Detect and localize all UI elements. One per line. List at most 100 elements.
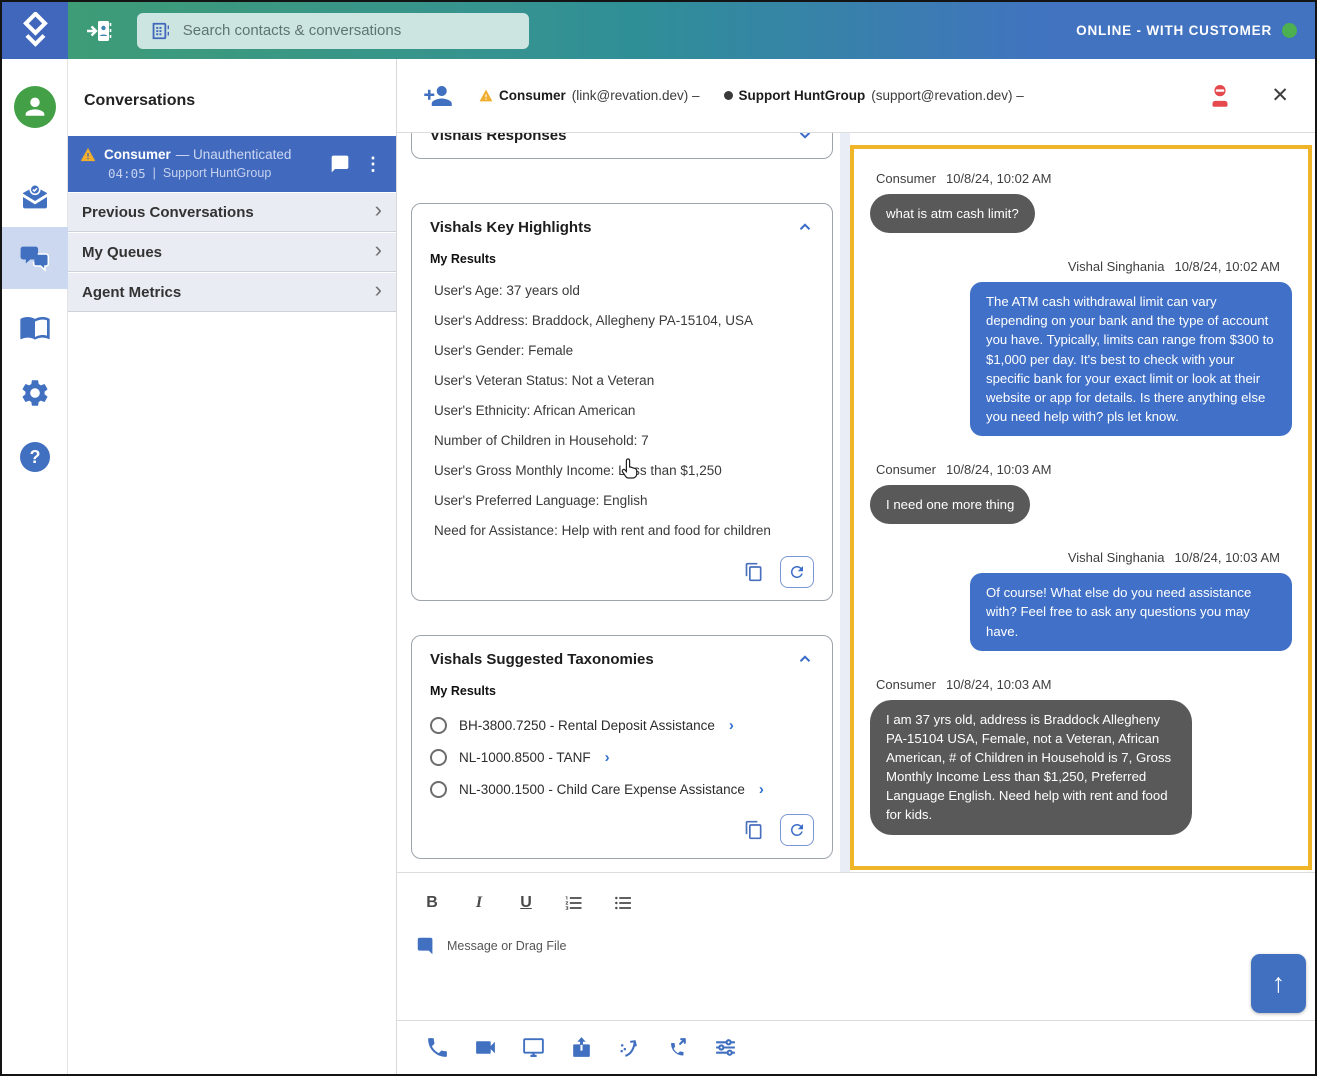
gear-icon (19, 377, 51, 409)
radio-button[interactable] (430, 749, 447, 766)
chat-message: Vishal Singhania 10/8/24, 10:03 AM Of co… (870, 550, 1292, 650)
conversation-name: Consumer (104, 147, 171, 162)
message-time: 10/8/24, 10:02 AM (1174, 259, 1280, 274)
message-composer: B I U Message or Drag File ↑ (397, 872, 1315, 1024)
highlight-item: User's Ethnicity: African American (430, 396, 814, 426)
conversations-title: Conversations (68, 59, 396, 136)
chevron-right-icon[interactable]: › (759, 781, 764, 798)
agent-status-label: ONLINE - WITH CUSTOMER (1076, 23, 1272, 38)
radio-button[interactable] (430, 717, 447, 734)
person-icon (21, 93, 49, 121)
italic-button[interactable]: I (470, 894, 488, 912)
settings-sliders-icon[interactable] (713, 1035, 738, 1060)
message-time: 10/8/24, 10:03 AM (1174, 550, 1280, 565)
nav-directory[interactable] (2, 297, 68, 357)
message-bubble: I need one more thing (870, 485, 1030, 524)
radio-button[interactable] (430, 781, 447, 798)
send-button[interactable]: ↑ (1251, 954, 1306, 1013)
highlight-item: User's Veteran Status: Not a Veteran (430, 366, 814, 396)
close-icon[interactable]: ✕ (1271, 85, 1289, 106)
refresh-icon (788, 821, 806, 839)
contact-card-arrow-icon (85, 18, 115, 44)
screen-share-icon[interactable] (521, 1035, 546, 1060)
chat-message: Consumer 10/8/24, 10:03 AM I am 37 yrs o… (870, 677, 1292, 835)
conversation-timer: 04:05 (108, 166, 146, 181)
search-input[interactable] (183, 22, 517, 39)
contact-book-icon (149, 19, 171, 43)
block-user-icon[interactable] (1207, 82, 1233, 110)
message-author: Consumer (876, 171, 936, 186)
copy-icon[interactable] (744, 562, 764, 582)
my-results-label: My Results (430, 252, 814, 266)
taxonomy-option[interactable]: NL-1000.8500 - TANF › (430, 742, 814, 772)
highlight-item: User's Preferred Language: English (430, 486, 814, 516)
message-input[interactable]: Message or Drag File (397, 913, 1315, 957)
chat-bubbles-icon (19, 242, 51, 274)
section-my-queues[interactable]: My Queues › (68, 232, 396, 272)
nav-conversations[interactable] (2, 227, 68, 289)
nav-help[interactable]: ? (2, 427, 68, 487)
conversation-item-consumer[interactable]: Consumer — Unauthenticated 04:05 | Suppo… (68, 136, 396, 192)
chevron-up-icon[interactable] (796, 218, 814, 236)
section-previous-conversations[interactable]: Previous Conversations › (68, 192, 396, 232)
message-bubble-icon (415, 935, 437, 957)
section-agent-metrics[interactable]: Agent Metrics › (68, 272, 396, 312)
conversation-menu-icon[interactable]: ⋮ (364, 155, 382, 173)
ordered-list-icon[interactable] (564, 893, 584, 913)
highlight-item: User's Age: 37 years old (430, 276, 814, 306)
person-add-icon[interactable] (423, 81, 453, 111)
highlight-item: Need for Assistance: Help with rent and … (430, 516, 814, 546)
verified-mail-icon (19, 181, 51, 213)
chat-message: Consumer 10/8/24, 10:03 AM I need one mo… (870, 462, 1292, 524)
agent-status[interactable]: ONLINE - WITH CUSTOMER (1076, 23, 1297, 38)
open-contact-card-button[interactable] (85, 18, 115, 44)
underline-button[interactable]: U (517, 894, 535, 912)
nav-settings[interactable] (2, 363, 68, 423)
warning-icon (479, 89, 493, 102)
smart-transfer-icon[interactable] (617, 1035, 642, 1060)
chat-bubble-icon[interactable] (330, 154, 350, 174)
refresh-button[interactable] (780, 814, 814, 846)
message-time: 10/8/24, 10:03 AM (946, 677, 1052, 692)
copy-icon[interactable] (744, 820, 764, 840)
app-logo[interactable] (2, 2, 68, 59)
chevron-right-icon: › (375, 239, 382, 261)
message-author: Vishal Singhania (1068, 550, 1165, 565)
nav-inbox[interactable] (2, 167, 68, 227)
conversation-queue: Support HuntGroup (163, 166, 271, 181)
chevron-up-icon[interactable] (796, 650, 814, 668)
chat-header: Consumer (link@revation.dev) – Support H… (397, 59, 1315, 133)
bold-button[interactable]: B (423, 894, 441, 912)
chat-transcript-panel[interactable]: Consumer 10/8/24, 10:02 AM what is atm c… (850, 145, 1312, 870)
participant1-address: (link@revation.dev) – (572, 88, 700, 103)
chat-message: Consumer 10/8/24, 10:02 AM what is atm c… (870, 171, 1292, 233)
suggested-taxonomies-card: Vishals Suggested Taxonomies My Results … (411, 635, 833, 859)
call-transfer-icon[interactable] (665, 1035, 690, 1060)
my-results-label: My Results (430, 684, 814, 698)
share-file-icon[interactable] (569, 1035, 594, 1060)
chevron-right-icon[interactable]: › (605, 749, 610, 766)
chevron-right-icon[interactable]: › (729, 717, 734, 734)
nav-profile-avatar[interactable] (2, 77, 68, 137)
phone-call-icon[interactable] (425, 1035, 450, 1060)
key-highlights-card: Vishals Key Highlights My Results User's… (411, 203, 833, 601)
status-dot-icon (724, 91, 733, 100)
scrollbar-track[interactable] (840, 133, 850, 872)
highlight-item: User's Gross Monthly Income: Less than $… (430, 456, 814, 486)
message-bubble: what is atm cash limit? (870, 194, 1035, 233)
refresh-button[interactable] (780, 556, 814, 588)
ai-cards-column: Vishals Responses Vishals Key Highlights… (397, 133, 838, 872)
key-highlights-title: Vishals Key Highlights (430, 219, 591, 236)
unordered-list-icon[interactable] (613, 893, 633, 913)
taxonomy-option[interactable]: BH-3800.7250 - Rental Deposit Assistance… (430, 710, 814, 740)
search-bar[interactable] (137, 13, 529, 49)
help-icon: ? (20, 442, 50, 472)
message-author: Consumer (876, 462, 936, 477)
arrow-up-icon: ↑ (1272, 968, 1286, 999)
warning-icon (80, 147, 96, 162)
message-author: Consumer (876, 677, 936, 692)
chevron-down-icon[interactable] (796, 133, 814, 144)
message-bubble: I am 37 yrs old, address is Braddock All… (870, 700, 1192, 835)
taxonomy-option[interactable]: NL-3000.1500 - Child Care Expense Assist… (430, 774, 814, 804)
video-call-icon[interactable] (473, 1035, 498, 1060)
